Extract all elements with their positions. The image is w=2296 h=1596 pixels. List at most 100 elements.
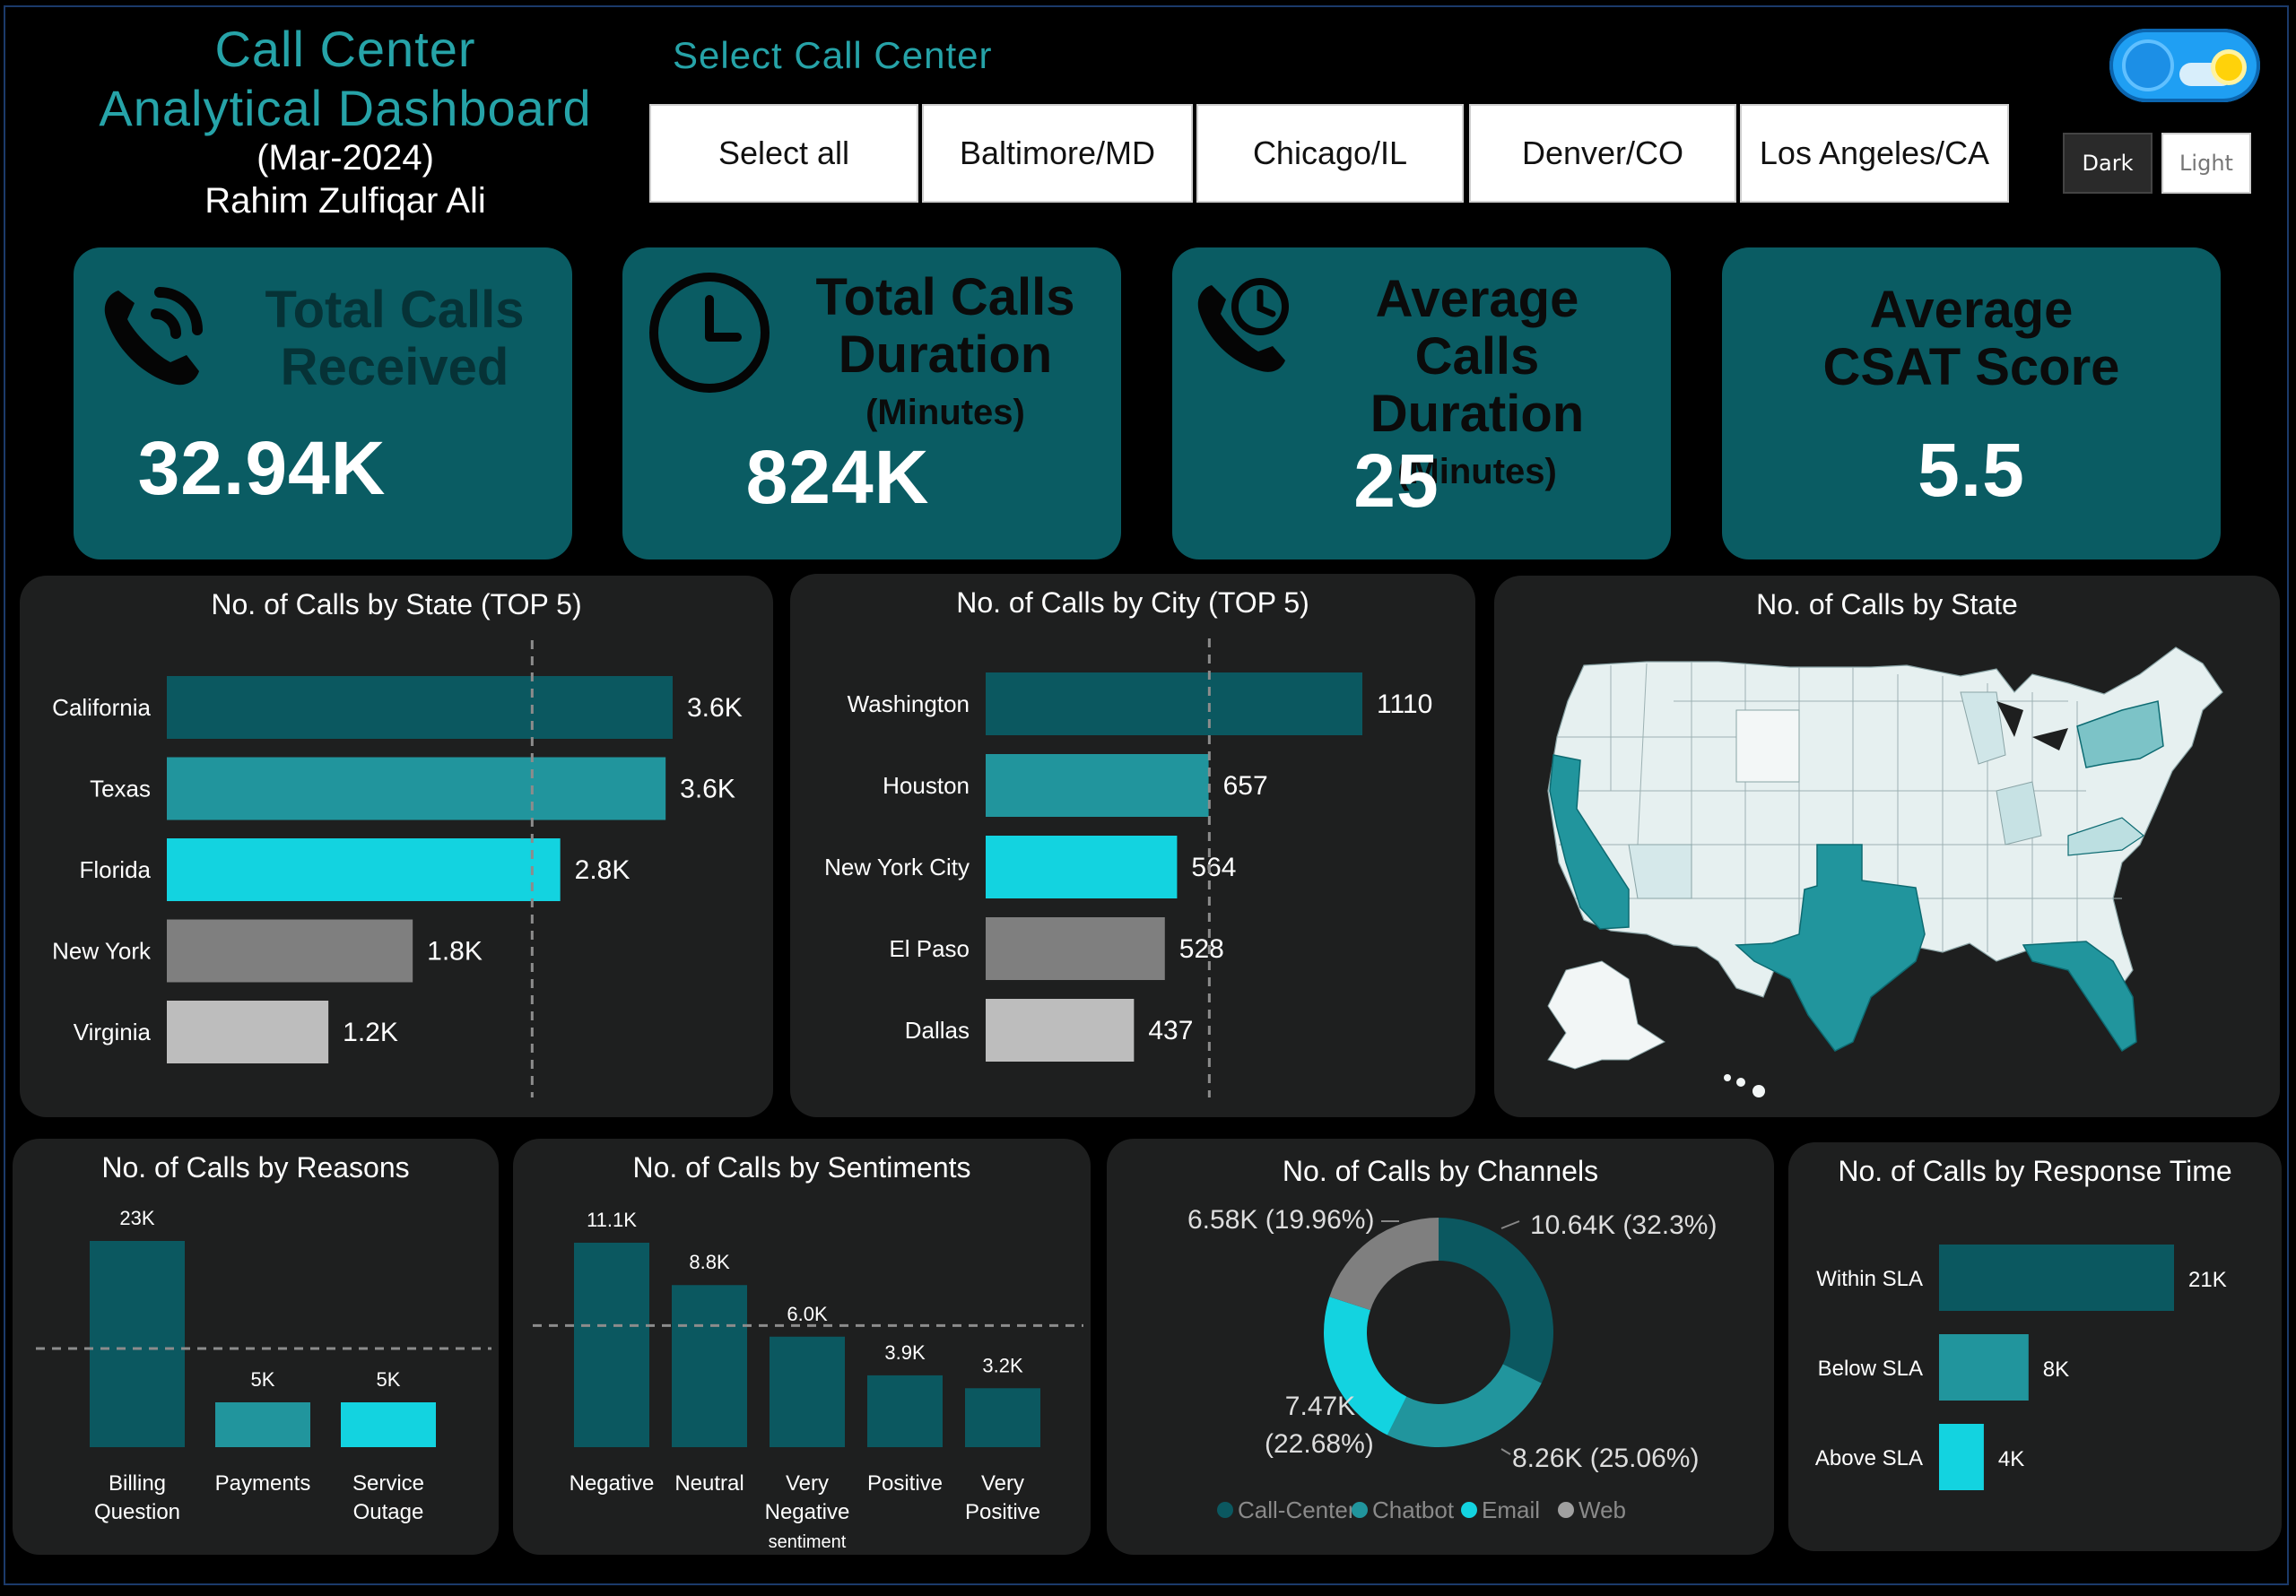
category-label: Below SLA xyxy=(1818,1357,1923,1381)
kpi-title: Average CSAT Score xyxy=(1822,281,2120,396)
bar xyxy=(90,1241,185,1447)
legend-marker xyxy=(1217,1502,1233,1518)
title-line-2: Analytical Dashboard xyxy=(99,80,592,136)
bar xyxy=(341,1402,436,1447)
category-label: Very xyxy=(786,1471,829,1496)
legend-marker xyxy=(1352,1502,1368,1518)
panel-calls-by-city: No. of Calls by City (TOP 5) Washington 1… xyxy=(790,574,1475,1117)
bar xyxy=(986,836,1178,898)
kpi-value-total-duration: 824K xyxy=(745,435,930,519)
us-map[interactable] xyxy=(1494,576,2280,1117)
legend-marker xyxy=(1558,1502,1574,1518)
data-label: 5K xyxy=(251,1368,275,1391)
data-label: 7.47K xyxy=(1285,1392,1355,1421)
bar xyxy=(167,757,666,820)
leader-line xyxy=(1500,1448,1511,1455)
category-label: Above SLA xyxy=(1815,1446,1923,1470)
light-mode-button[interactable]: Light xyxy=(2161,133,2251,194)
data-label: 6.0K xyxy=(787,1303,828,1325)
data-label: 21K xyxy=(2188,1268,2227,1292)
category-label: Very xyxy=(981,1471,1024,1496)
bar xyxy=(867,1375,943,1447)
bar xyxy=(574,1243,649,1447)
bar xyxy=(167,919,413,983)
dashboard-title: Call Center Analytical Dashboard xyxy=(81,20,610,138)
category-label: Dallas xyxy=(905,1017,970,1044)
slicer-los-angeles[interactable]: Los Angeles/CA xyxy=(1740,104,2009,203)
data-label: 10.64K (32.3%) xyxy=(1530,1210,1717,1240)
leader-line xyxy=(1500,1220,1520,1229)
slicer-select-all[interactable]: Select all xyxy=(649,104,918,203)
category-label: Houston xyxy=(883,772,970,799)
category-label: California xyxy=(52,694,151,721)
kpi-avg-duration: Average Calls Duration (Minutes) 25 xyxy=(1172,247,1671,559)
title-line-1: Call Center xyxy=(214,21,476,77)
slicer-chicago[interactable]: Chicago/IL xyxy=(1196,104,1464,203)
toggle-knob xyxy=(2122,39,2174,91)
category-label: Outage xyxy=(353,1500,424,1524)
category-label: New York City xyxy=(824,854,970,880)
kpi-title: Total Calls Received xyxy=(265,281,525,396)
theme-toggle[interactable] xyxy=(2109,29,2260,102)
data-label: 23K xyxy=(119,1207,154,1229)
data-label: 3.9K xyxy=(884,1341,926,1364)
panel-calls-by-state-map: No. of Calls by State xyxy=(1494,576,2280,1117)
category-label: Positive xyxy=(965,1500,1040,1524)
data-label: 5K xyxy=(377,1368,401,1391)
slicer-denver[interactable]: Denver/CO xyxy=(1469,104,1736,203)
legend-label: Email xyxy=(1482,1496,1540,1523)
sentiments-bar-chart: 11.1K Negative 8.8K Neutral 6.0K Very Negative… xyxy=(533,1209,1083,1552)
category-label: Negative xyxy=(765,1500,850,1524)
category-label: Payments xyxy=(215,1471,311,1496)
data-label: (22.68%) xyxy=(1265,1429,1374,1459)
category-label: Positive xyxy=(867,1471,943,1496)
panel-calls-by-sentiments: No. of Calls by Sentiments 11.1K Negative… xyxy=(513,1139,1091,1555)
data-label: 8K xyxy=(2043,1357,2069,1382)
panel-calls-by-response-time: No. of Calls by Response Time Within SLA… xyxy=(1788,1142,2282,1551)
period-label: (Mar-2024) xyxy=(257,138,434,178)
phone-ringing-icon xyxy=(104,287,203,386)
data-label: 1.2K xyxy=(343,1018,398,1047)
data-label: 528 xyxy=(1179,934,1224,964)
data-label: 3.6K xyxy=(687,693,743,723)
category-label: Within SLA xyxy=(1816,1267,1923,1291)
bar xyxy=(215,1402,310,1447)
panel-calls-by-channels: No. of Calls by Channels 10.64K (32.3%) 8… xyxy=(1107,1139,1774,1555)
dark-mode-button[interactable]: Dark xyxy=(2063,133,2152,194)
donut-slice xyxy=(1439,1218,1553,1383)
data-label: 6.58K (19.96%) xyxy=(1187,1205,1374,1235)
state-bar-chart: California 3.6K Texas 3.6K Florida 2.8K New Yo… xyxy=(52,640,743,1097)
bar xyxy=(1939,1334,2029,1401)
dashboard-subtitle: (Mar-2024) Rahim Zulfiqar Ali xyxy=(81,136,610,222)
kpi-value-csat: 5.5 xyxy=(1918,428,2025,512)
category-label: Virginia xyxy=(74,1019,152,1045)
bar xyxy=(167,676,673,739)
data-label: 657 xyxy=(1223,771,1268,801)
category-label: Florida xyxy=(80,856,152,883)
donut-slice xyxy=(1387,1364,1542,1447)
bar xyxy=(986,999,1135,1062)
data-label: 4K xyxy=(1998,1447,2024,1471)
data-label: 437 xyxy=(1148,1016,1193,1045)
author-label: Rahim Zulfiqar Ali xyxy=(204,181,486,221)
category-label: Neutral xyxy=(674,1471,744,1496)
bar xyxy=(986,917,1165,980)
data-label: 1.8K xyxy=(427,937,483,967)
slicer-baltimore[interactable]: Baltimore/MD xyxy=(922,104,1193,203)
bar xyxy=(770,1336,845,1447)
city-bar-chart: Washington 1110 Houston 657 New York City 564… xyxy=(824,638,1432,1097)
kpi-total-duration: Total Calls Duration (Minutes) 824K xyxy=(622,247,1121,559)
kpi-csat: Average CSAT Score 5.5 xyxy=(1722,247,2221,559)
bar xyxy=(1939,1424,1984,1490)
data-label: 3.2K xyxy=(982,1354,1023,1376)
panel-calls-by-state: No. of Calls by State (TOP 5) California… xyxy=(20,576,773,1117)
legend-label: Call-Center xyxy=(1238,1496,1356,1523)
legend-label: Web xyxy=(1578,1496,1626,1523)
response-bar-chart: Within SLA 21K Below SLA 8K Above SLA 4K xyxy=(1815,1245,2227,1490)
legend-marker xyxy=(1461,1502,1477,1518)
phone-clock-icon xyxy=(1197,278,1289,372)
data-label: 564 xyxy=(1191,853,1236,882)
data-label: 3.6K xyxy=(680,775,735,804)
data-label: 1110 xyxy=(1377,690,1432,719)
reasons-bar-chart: 23K Billing Question 5K Payments 5K Service Out… xyxy=(36,1207,491,1524)
